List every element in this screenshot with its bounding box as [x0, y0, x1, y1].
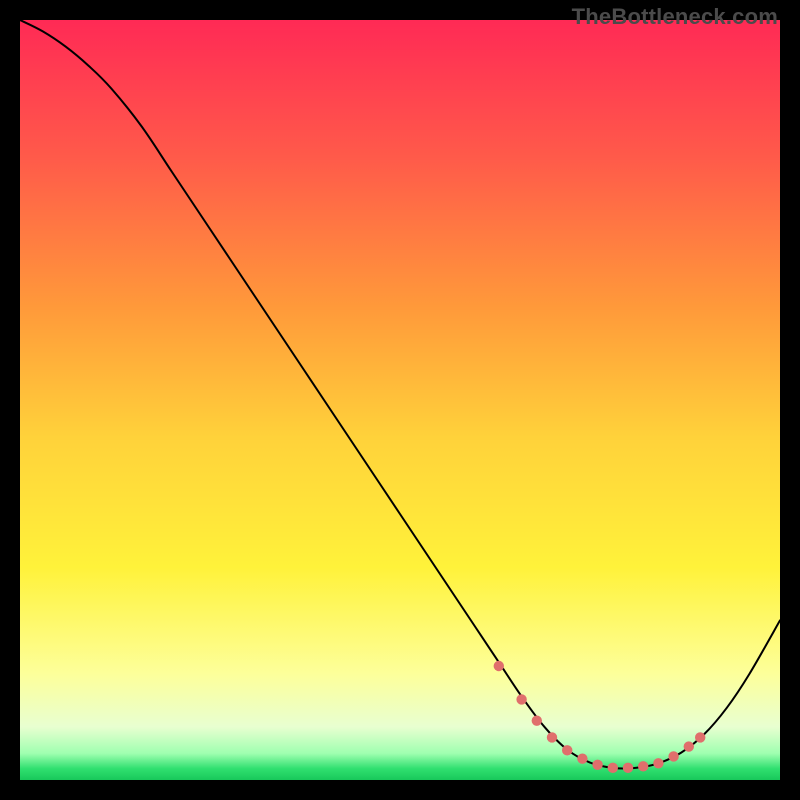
marker-dot — [547, 732, 557, 742]
marker-dot — [668, 751, 678, 761]
gradient-background — [20, 20, 780, 780]
marker-dot — [608, 763, 618, 773]
marker-dot — [695, 732, 705, 742]
marker-dot — [532, 716, 542, 726]
marker-dot — [653, 758, 663, 768]
marker-dot — [638, 761, 648, 771]
chart-container: { "watermark": "TheBottleneck.com", "cha… — [0, 0, 800, 800]
marker-dot — [623, 763, 633, 773]
marker-dot — [577, 754, 587, 764]
watermark-text: TheBottleneck.com — [572, 4, 778, 30]
marker-dot — [592, 760, 602, 770]
marker-dot — [494, 661, 504, 671]
plot-area — [20, 20, 780, 780]
marker-dot — [516, 694, 526, 704]
marker-dot — [562, 745, 572, 755]
chart-svg — [20, 20, 780, 780]
marker-dot — [684, 741, 694, 751]
